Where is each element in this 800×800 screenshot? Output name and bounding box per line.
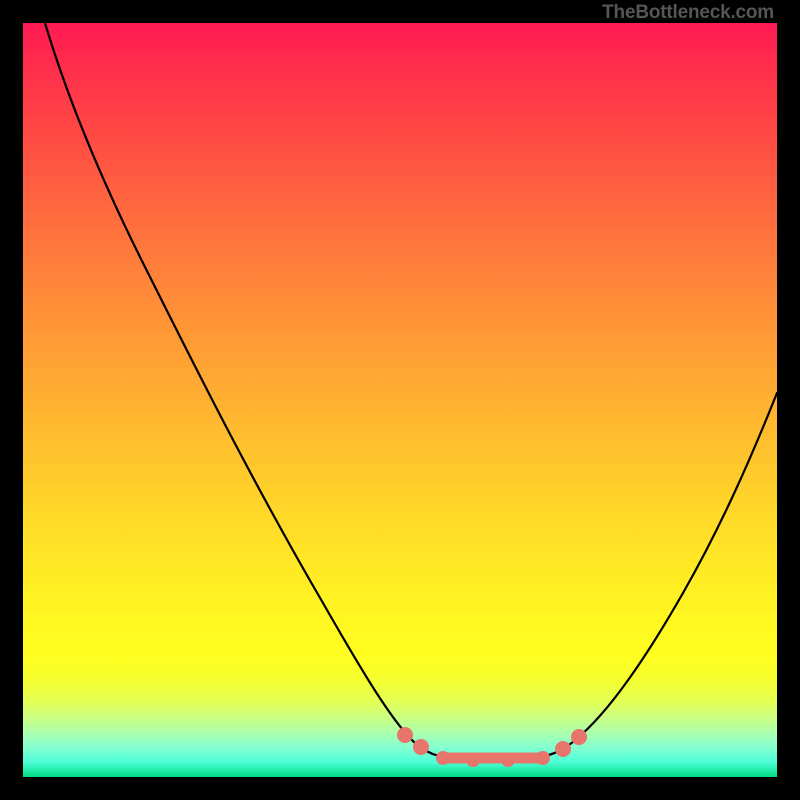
gradient-background [23, 23, 777, 777]
marker-dot [536, 751, 550, 765]
watermark-label: TheBottleneck.com [602, 2, 774, 24]
marker-dot [555, 741, 571, 757]
marker-dot [413, 739, 429, 755]
marker-dot [466, 753, 480, 767]
marker-dot [397, 727, 413, 743]
bottleneck-curve [45, 23, 777, 760]
marker-dot [436, 751, 450, 765]
chart-frame: TheBottleneck.com [0, 0, 800, 800]
marker-dot [571, 729, 587, 745]
chart-svg [23, 23, 777, 777]
marker-dot [501, 753, 515, 767]
